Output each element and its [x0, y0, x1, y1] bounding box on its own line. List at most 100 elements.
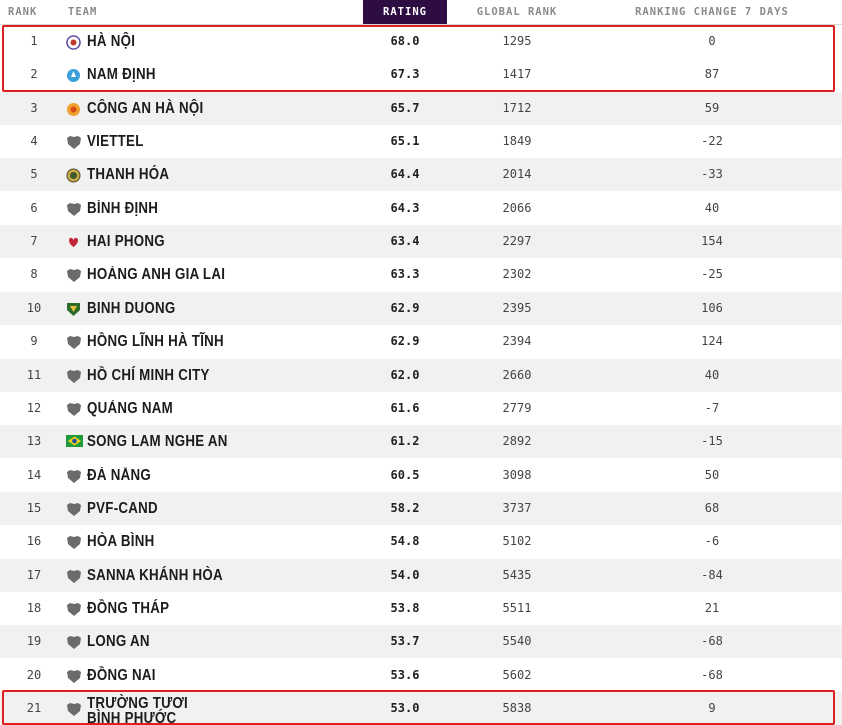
table-row[interactable]: 19 LONG AN 53.7 5540 -68 [0, 625, 842, 659]
rank-cell: 3 [30, 100, 38, 115]
table-row[interactable]: 13 SONG LAM NGHE AN 61.2 2892 -15 [0, 425, 842, 459]
table-row[interactable]: 3 CÔNG AN HÀ NỘI 65.7 1712 59 [0, 91, 842, 125]
ranking-change-cell: 124 [701, 334, 723, 349]
team-name-link[interactable]: SANNA KHÁNH HÒA [87, 559, 319, 592]
header-team[interactable]: TEAM [68, 0, 268, 24]
rating-cell: 53.6 [390, 667, 420, 682]
table-row[interactable]: 11 HỒ CHÍ MINH CITY 62.0 2660 40 [0, 358, 842, 392]
table-row[interactable]: 18 ĐỒNG THÁP 53.8 5511 21 [0, 592, 842, 625]
header-ranking-change[interactable]: RANKING CHANGE 7 DAYS [600, 0, 824, 24]
shield-placeholder-icon [66, 402, 82, 416]
table-row[interactable]: 8 HOÀNG ANH GIA LAI 63.3 2302 -25 [0, 258, 842, 291]
rank-cell: 11 [26, 367, 42, 382]
songlam-crest-icon [66, 435, 83, 449]
rating-cell: 54.0 [390, 567, 420, 582]
ranking-change-cell: -15 [701, 434, 723, 449]
shield-placeholder-icon [66, 635, 82, 650]
rating-cell: 54.8 [390, 534, 420, 549]
table-row[interactable]: 17 SANNA KHÁNH HÒA 54.0 5435 -84 [0, 558, 842, 592]
rating-cell: 62.9 [390, 334, 420, 349]
global-rank-cell: 3098 [502, 467, 532, 482]
rating-cell: 53.8 [390, 600, 420, 615]
ranking-change-cell: 68 [704, 500, 720, 515]
rating-cell: 65.7 [390, 100, 420, 115]
ranking-change-cell: 21 [704, 600, 720, 615]
global-rank-cell: 2395 [502, 300, 532, 315]
table-row[interactable]: 14 ĐÀ NẴNG 60.5 3098 50 [0, 459, 842, 492]
rank-cell: 6 [30, 200, 38, 215]
rank-cell: 19 [26, 634, 42, 649]
ranking-change-cell: 40 [704, 367, 720, 382]
global-rank-cell: 5540 [502, 634, 532, 649]
team-name-link[interactable]: CÔNG AN HÀ NỘI [87, 92, 319, 125]
table-row[interactable]: 12 QUẢNG NAM 61.6 2779 -7 [0, 392, 842, 425]
ranking-change-cell: -25 [701, 267, 723, 282]
rank-cell: 4 [30, 134, 38, 149]
global-rank-cell: 2394 [502, 334, 532, 349]
team-name-link[interactable]: SONG LAM NGHE AN [87, 425, 319, 458]
header-global-rank[interactable]: GLOBAL RANK [462, 0, 572, 24]
rank-cell: 8 [30, 267, 38, 282]
table-row[interactable]: 16 HÒA BÌNH 54.8 5102 -6 [0, 525, 842, 558]
team-name-link[interactable]: ĐÀ NẴNG [87, 459, 319, 492]
ranking-change-cell: 40 [704, 200, 720, 215]
table-row[interactable]: 4 VIETTEL 65.1 1849 -22 [0, 125, 842, 158]
team-name-link[interactable]: QUẢNG NAM [87, 392, 319, 425]
ranking-change-cell: -7 [704, 400, 720, 415]
team-name-link[interactable]: HỒNG LĨNH HÀ TĨNH [87, 325, 319, 358]
ranking-change-cell: 106 [701, 300, 723, 315]
team-name-link[interactable]: VIETTEL [87, 125, 319, 158]
binhduong-crest-icon [66, 302, 82, 316]
global-rank-cell: 2779 [502, 400, 532, 415]
rank-cell: 14 [26, 467, 42, 482]
ranking-change-cell: -6 [704, 534, 720, 549]
rank-cell: 18 [26, 600, 42, 615]
rank-cell: 7 [30, 234, 38, 249]
team-name-link[interactable]: BINH DUONG [87, 292, 319, 325]
highlight-box-top [2, 25, 835, 92]
global-rank-cell: 2014 [502, 167, 532, 182]
header-rating[interactable]: RATING [363, 0, 447, 24]
ranking-change-cell: 154 [701, 234, 723, 249]
table-row[interactable]: 6 BÌNH ĐỊNH 64.3 2066 40 [0, 192, 842, 225]
shield-placeholder-icon [66, 202, 82, 216]
team-name-link[interactable]: HOÀNG ANH GIA LAI [87, 258, 319, 291]
shield-placeholder-icon [66, 569, 82, 583]
global-rank-cell: 2297 [502, 234, 532, 249]
table-row[interactable]: 20 ĐỒNG NAI 53.6 5602 -68 [0, 659, 842, 692]
rating-cell: 65.1 [390, 134, 420, 149]
ranking-change-cell: -68 [701, 667, 723, 682]
team-name-link[interactable]: LONG AN [87, 625, 319, 658]
global-rank-cell: 2066 [502, 200, 532, 215]
table-row[interactable]: 10 BINH DUONG 62.9 2395 106 [0, 291, 842, 325]
shield-placeholder-icon [66, 469, 82, 483]
team-name-link[interactable]: HAI PHONG [87, 225, 319, 258]
rank-cell: 20 [26, 667, 42, 682]
global-rank-cell: 5435 [502, 567, 532, 582]
ranking-change-cell: 59 [704, 100, 720, 115]
table-row[interactable]: 7 HAI PHONG 63.4 2297 154 [0, 225, 842, 259]
conganhanoi-crest-icon [66, 102, 82, 116]
table-row[interactable]: 9 HỒNG LĨNH HÀ TĨNH 62.9 2394 124 [0, 325, 842, 358]
team-name-link[interactable]: HÒA BÌNH [87, 525, 319, 558]
thanhhoa-crest-icon [66, 168, 82, 183]
team-name-link[interactable]: HỒ CHÍ MINH CITY [87, 359, 319, 392]
rating-cell: 63.4 [390, 234, 420, 249]
rating-cell: 62.9 [390, 300, 420, 315]
team-name-link[interactable]: THANH HÓA [87, 158, 319, 191]
team-name-link[interactable]: ĐỒNG NAI [87, 659, 319, 692]
rank-cell: 16 [26, 534, 42, 549]
global-rank-cell: 1712 [502, 100, 532, 115]
team-name-link[interactable]: BÌNH ĐỊNH [87, 192, 319, 225]
global-rank-cell: 5602 [502, 667, 532, 682]
table-row[interactable]: 5 THANH HÓA 64.4 2014 -33 [0, 158, 842, 192]
highlight-box-bottom [2, 690, 835, 725]
global-rank-cell: 5102 [502, 534, 532, 549]
table-row[interactable]: 15 PVF-CAND 58.2 3737 68 [0, 491, 842, 525]
shield-placeholder-icon [66, 669, 82, 683]
team-name-link[interactable]: PVF-CAND [87, 492, 319, 525]
rating-cell: 64.3 [390, 200, 420, 215]
team-name-link[interactable]: ĐỒNG THÁP [87, 592, 319, 625]
ranking-change-cell: -33 [701, 167, 723, 182]
header-rank[interactable]: RANK [8, 0, 58, 24]
